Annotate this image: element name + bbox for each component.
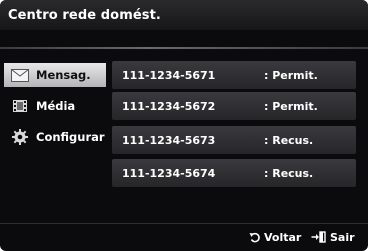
return-arrow-icon bbox=[249, 232, 260, 243]
device-row[interactable]: 111-1234-5671 : Permit. bbox=[112, 61, 356, 89]
envelope-icon bbox=[10, 67, 30, 83]
back-button[interactable]: Voltar bbox=[249, 230, 301, 244]
device-row[interactable]: 111-1234-5674 : Recus. bbox=[112, 159, 356, 187]
sidebar-item-settings[interactable]: Configurar bbox=[4, 125, 106, 149]
device-number: 111-1234-5671 bbox=[122, 69, 216, 82]
footer-divider bbox=[0, 223, 368, 224]
back-label: Voltar bbox=[264, 230, 302, 244]
device-number: 111-1234-5673 bbox=[122, 134, 216, 147]
sidebar-item-label: Mensag. bbox=[36, 68, 91, 82]
film-icon bbox=[10, 98, 30, 114]
home-network-center-window: Centro rede domést. Mensag. Média Config… bbox=[0, 0, 368, 251]
sidebar-item-media[interactable]: Média bbox=[4, 94, 106, 118]
device-number: 111-1234-5672 bbox=[122, 100, 216, 113]
device-status: : Permit. bbox=[264, 100, 318, 113]
exit-icon bbox=[311, 231, 326, 243]
device-number: 111-1234-5674 bbox=[122, 167, 216, 180]
device-status: : Permit. bbox=[264, 69, 318, 82]
exit-button[interactable]: Sair bbox=[311, 230, 355, 244]
sidebar-item-label: Média bbox=[36, 99, 76, 113]
sidebar-menu: Mensag. Média Configurar bbox=[0, 0, 108, 251]
gear-icon bbox=[10, 129, 30, 145]
sidebar-item-label: Configurar bbox=[36, 130, 105, 144]
sidebar-item-messages[interactable]: Mensag. bbox=[4, 63, 106, 87]
exit-label: Sair bbox=[330, 230, 355, 244]
device-row[interactable]: 111-1234-5672 : Permit. bbox=[112, 92, 356, 120]
device-row[interactable]: 111-1234-5673 : Recus. bbox=[112, 126, 356, 154]
device-status: : Recus. bbox=[264, 167, 314, 180]
device-status: : Recus. bbox=[264, 134, 314, 147]
